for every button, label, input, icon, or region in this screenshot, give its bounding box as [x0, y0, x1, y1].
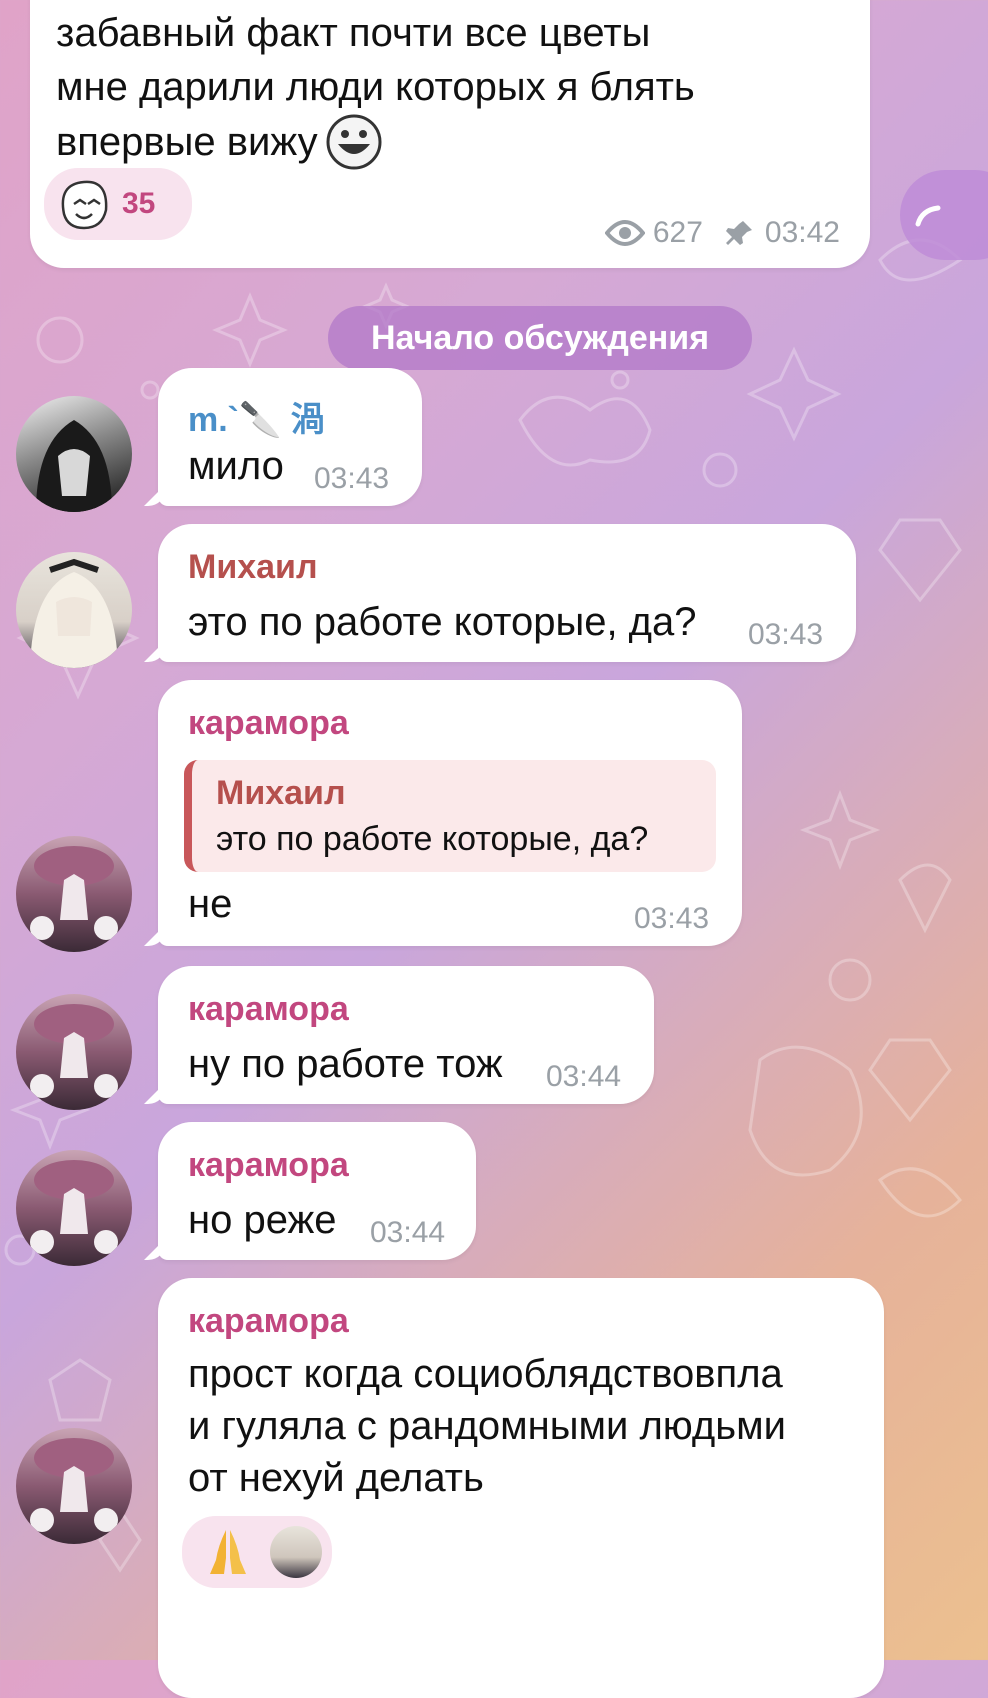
post-time: 03:42	[764, 216, 840, 249]
scroll-side-button[interactable]	[900, 170, 988, 260]
message-text: ну по работе тож	[188, 1042, 503, 1086]
message-bubble[interactable]: карамора ну по работе тож 03:44	[158, 966, 654, 1104]
troll-face-emoji	[326, 114, 382, 170]
message-time: 03:43	[314, 462, 390, 495]
channel-post-bubble: забавный факт почти все цветы мне дарили…	[30, 0, 870, 268]
message-bubble[interactable]: карамора но реже 03:44	[158, 1122, 476, 1260]
discussion-start-divider: Начало обсуждения	[328, 306, 752, 370]
eye-icon	[604, 220, 645, 246]
message-time: 03:44	[370, 1216, 446, 1249]
message-reaction[interactable]	[182, 1516, 332, 1588]
avatar[interactable]	[16, 1150, 132, 1266]
message-author[interactable]: карамора	[188, 990, 349, 1029]
praying-hands-reaction-icon	[210, 1530, 246, 1574]
message-line: и гуляла с рандомными людьми	[188, 1404, 786, 1448]
message-line: прост когда социоблядствовпла	[188, 1352, 783, 1396]
message-author[interactable]: m.`🔪 渦	[188, 392, 325, 441]
avatar[interactable]	[16, 836, 132, 952]
post-text: забавный факт почти все цветы мне дарили…	[56, 6, 695, 170]
message-author[interactable]: карамора	[188, 1146, 349, 1185]
message-time: 03:43	[748, 618, 824, 651]
view-count: 627	[652, 216, 703, 249]
share-icon	[915, 205, 941, 227]
avatar	[270, 1526, 322, 1578]
troll-face-reaction-icon	[61, 180, 108, 230]
message-text: но реже	[188, 1198, 337, 1242]
reply-text: это по работе которые, да?	[216, 820, 649, 858]
reply-author: Михаил	[216, 774, 346, 812]
message-bubble[interactable]: карамора прост когда социоблядствовпла и…	[158, 1278, 884, 1698]
avatar[interactable]	[16, 1428, 132, 1544]
message-author[interactable]: карамора	[188, 704, 349, 743]
post-reaction[interactable]: 35	[44, 168, 192, 240]
message-author[interactable]: карамора	[188, 1302, 349, 1341]
message-bubble[interactable]: Михаил это по работе которые, да? 03:43	[158, 524, 856, 662]
reply-quote[interactable]: Михаил это по работе которые, да?	[184, 760, 716, 872]
message-time: 03:43	[634, 902, 710, 935]
post-line: впервые вижу	[56, 114, 695, 170]
message-author[interactable]: Михаил	[188, 548, 318, 587]
avatar[interactable]	[16, 396, 132, 512]
post-line: мне дарили люди которых я блять	[56, 65, 695, 109]
post-meta: 627 03:42	[604, 216, 840, 250]
reaction-count: 35	[122, 187, 156, 220]
pin-icon	[725, 221, 752, 245]
post-line: забавный факт почти все цветы	[56, 11, 651, 55]
post-line-text: впервые вижу	[56, 120, 318, 164]
message-line: от нехуй делать	[188, 1456, 484, 1500]
avatar[interactable]	[16, 994, 132, 1110]
avatar[interactable]	[16, 552, 132, 668]
message-text: мило	[188, 444, 284, 488]
message-bubble[interactable]: m.`🔪 渦 мило 03:43	[158, 368, 422, 506]
message-time: 03:44	[546, 1060, 622, 1093]
message-bubble[interactable]: карамора Михаил это по работе которые, д…	[158, 680, 742, 946]
message-text: прост когда социоблядствовпла и гуляла с…	[188, 1348, 786, 1504]
message-text: не	[188, 882, 233, 926]
message-text: это по работе которые, да?	[188, 600, 697, 644]
